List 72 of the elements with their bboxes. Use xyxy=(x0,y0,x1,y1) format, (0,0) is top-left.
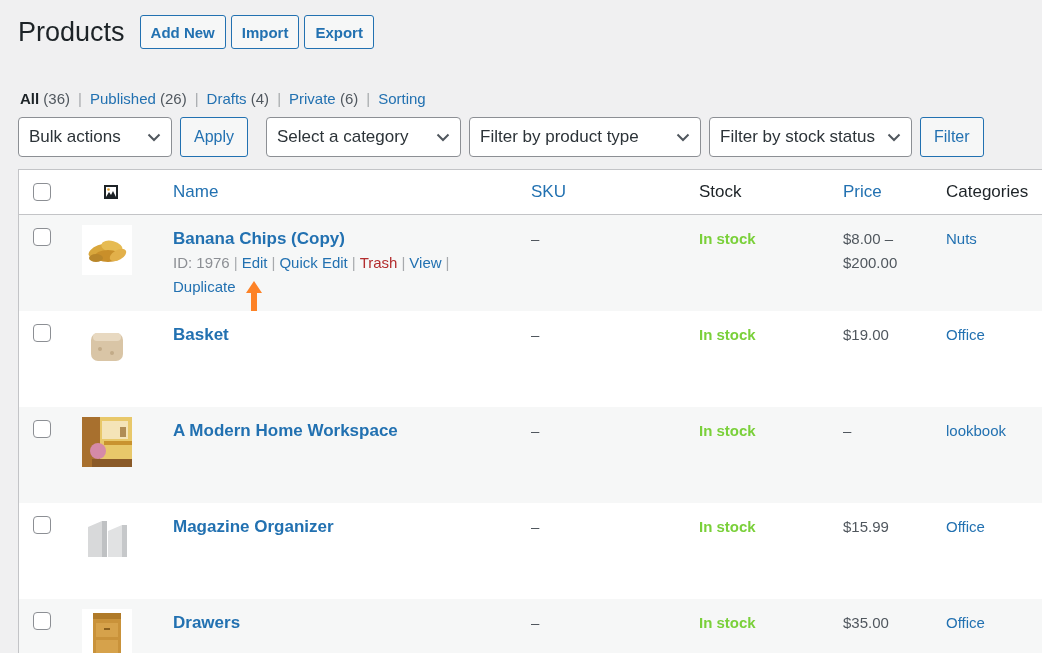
separator: | xyxy=(194,90,199,107)
category-link[interactable]: Office xyxy=(946,518,985,535)
stock-status: In stock xyxy=(699,422,756,439)
separator: | xyxy=(78,90,82,107)
product-name-link[interactable]: Magazine Organizer xyxy=(173,515,511,539)
header-button[interactable]: Import xyxy=(230,15,300,49)
chevron-down-icon xyxy=(147,132,161,142)
separator: | xyxy=(277,90,282,107)
column-header[interactable]: Price xyxy=(833,182,936,202)
row-checkbox[interactable] xyxy=(33,516,51,534)
column-header[interactable]: SKU xyxy=(521,182,689,202)
chevron-down-icon xyxy=(676,132,691,142)
row-checkbox[interactable] xyxy=(33,420,51,438)
row-action-link[interactable]: View xyxy=(409,251,442,275)
product-id: ID: 1976 xyxy=(173,253,230,273)
price-text: $19.00 xyxy=(843,326,889,343)
separator: | xyxy=(271,253,276,273)
separator: | xyxy=(366,90,371,107)
product-name-link[interactable]: Banana Chips (Copy) xyxy=(173,227,511,251)
apply-button[interactable]: Apply xyxy=(180,117,249,157)
header-button[interactable]: Add New xyxy=(139,15,226,49)
status-filter-link[interactable]: Published (26) xyxy=(89,90,187,107)
sku-text: – xyxy=(531,422,540,439)
product-name-link[interactable]: Drawers xyxy=(173,611,511,635)
category-link[interactable]: Office xyxy=(946,614,985,631)
row-checkbox[interactable] xyxy=(33,612,51,630)
stock-status: In stock xyxy=(699,518,756,535)
row-action-link[interactable]: Duplicate xyxy=(173,275,236,299)
sku-text: – xyxy=(531,230,540,247)
up-arrow-icon xyxy=(245,281,262,311)
row-checkbox[interactable] xyxy=(33,324,51,342)
page-title: Products xyxy=(18,16,125,48)
separator: | xyxy=(445,253,450,273)
header-button[interactable]: Export xyxy=(304,15,374,49)
status-filter-link[interactable]: All (36) xyxy=(20,90,71,107)
separator: | xyxy=(233,253,238,273)
status-filter-link[interactable]: Private (6) xyxy=(289,90,359,107)
stock-status: In stock xyxy=(699,326,756,343)
category-link[interactable]: Nuts xyxy=(946,230,977,247)
image-icon xyxy=(103,184,119,200)
stock-status: In stock xyxy=(699,230,756,247)
stock-status: In stock xyxy=(699,614,756,631)
sku-text: – xyxy=(531,518,540,535)
chevron-down-icon xyxy=(887,132,902,142)
select-all-checkbox[interactable] xyxy=(33,183,51,201)
filter-button[interactable]: Filter xyxy=(920,117,984,157)
bulk-actions-dropdown[interactable]: Bulk actions xyxy=(18,117,172,157)
row-action-link[interactable]: Trash xyxy=(359,251,398,275)
filter-dropdown[interactable]: Filter by product type xyxy=(469,117,702,157)
price-text: – xyxy=(843,422,852,439)
column-header: Stock xyxy=(698,182,743,202)
status-filter-link[interactable]: Drafts (4) xyxy=(206,90,270,107)
column-header[interactable]: Name xyxy=(161,182,521,202)
filter-dropdown[interactable]: Select a category xyxy=(266,117,462,157)
sku-text: – xyxy=(531,614,540,631)
price-text: $15.99 xyxy=(843,518,889,535)
column-header: Categories xyxy=(945,182,1030,202)
category-link[interactable]: lookbook xyxy=(946,422,1007,439)
status-filter-link[interactable]: Sorting xyxy=(378,90,426,107)
price-text: $8.00 – $200.00 xyxy=(843,230,898,271)
separator: | xyxy=(351,253,356,273)
separator: | xyxy=(401,253,406,273)
row-action-link[interactable]: Quick Edit xyxy=(279,251,348,275)
row-checkbox[interactable] xyxy=(33,228,51,246)
sku-text: – xyxy=(531,326,540,343)
product-name-link[interactable]: A Modern Home Workspace xyxy=(173,419,511,443)
category-link[interactable]: Office xyxy=(946,326,985,343)
filter-dropdown[interactable]: Filter by stock status xyxy=(709,117,913,157)
row-action-link[interactable]: Edit xyxy=(241,251,268,275)
chevron-down-icon xyxy=(436,132,451,142)
price-text: $35.00 xyxy=(843,614,889,631)
product-name-link[interactable]: Basket xyxy=(173,323,511,347)
